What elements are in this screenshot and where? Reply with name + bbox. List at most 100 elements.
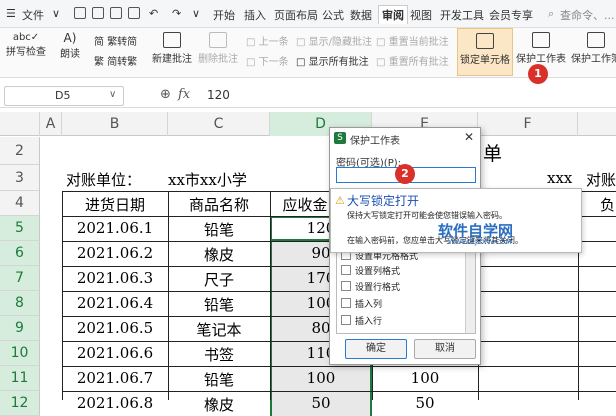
tab-review[interactable]: 审阅 [378, 5, 408, 24]
checkbox-insert-columns[interactable] [341, 298, 351, 308]
step-marker-2: 2 [395, 164, 415, 184]
show-all-comments-button[interactable]: □ 显示所有批注 [296, 53, 369, 68]
tab-home[interactable]: 开始 [213, 7, 235, 23]
option-label: 插入列 [355, 300, 383, 310]
new-comment-button[interactable]: 新建批注 [150, 30, 194, 65]
search-icon[interactable]: ⌕ [548, 7, 554, 21]
save-icon[interactable] [74, 7, 86, 19]
trad-to-simp-button[interactable]: 简 繁转简 [94, 33, 137, 48]
wps-sheet-icon: S [334, 132, 346, 144]
spell-check-button[interactable]: abc✓ 拼写检查 [4, 30, 48, 58]
col-header-f[interactable]: F [478, 112, 578, 136]
delete-comment-button[interactable]: 删除批注 [196, 30, 240, 65]
tab-data[interactable]: 数据 [350, 7, 372, 23]
right-label-1: xxx [547, 169, 573, 187]
chevron-down-icon[interactable]: ∨ [52, 7, 60, 20]
tab-developer[interactable]: 开发工具 [440, 7, 484, 23]
cell-e[interactable]: 50 [372, 394, 478, 412]
lock-cell-icon [476, 33, 494, 49]
tab-view[interactable]: 视图 [410, 7, 432, 23]
row-header-12[interactable]: 12 [0, 391, 40, 416]
sheet-grid[interactable]: 单 对账单位： xx市xx小学 xxx 对账 进货日期 商品名称 应收金 负 2… [40, 137, 616, 416]
undo-icon[interactable]: ↶ [149, 7, 158, 20]
speaker-icon: A) [63, 31, 77, 45]
chevron-down-icon[interactable]: ∨ [192, 7, 200, 20]
lock-cell-button[interactable]: 锁定单元格 [457, 28, 513, 76]
cell-name[interactable]: 橡皮 [168, 244, 270, 265]
cell-name[interactable]: 尺子 [168, 269, 270, 290]
row-header-2[interactable]: 2 [0, 137, 40, 165]
col-header-a[interactable]: A [40, 112, 62, 136]
redo-icon[interactable]: ↷ [172, 7, 181, 20]
header-last: 负 [600, 196, 616, 214]
row-header-3[interactable]: 3 [0, 165, 40, 191]
cell-date[interactable]: 2021.06.2 [62, 244, 168, 262]
tab-formulas[interactable]: 公式 [322, 7, 344, 23]
checkbox-insert-rows[interactable] [341, 315, 351, 325]
simp-to-trad-button[interactable]: 繁 简转繁 [94, 53, 137, 68]
table-border [62, 391, 616, 392]
cell-amount[interactable]: 50 [270, 394, 372, 412]
print-icon[interactable] [110, 7, 122, 19]
cell-name[interactable]: 铅笔 [168, 219, 270, 240]
preview-icon[interactable] [128, 7, 140, 19]
column-headers: A B C D E F [0, 112, 616, 136]
cell-amount[interactable]: 100 [270, 369, 372, 387]
row-header-10[interactable]: 10 [0, 341, 40, 366]
col-header-c[interactable]: C [168, 112, 270, 136]
formula-input[interactable]: 120 [207, 88, 230, 102]
cell-e[interactable]: 100 [372, 369, 478, 387]
cell-date[interactable]: 2021.06.3 [62, 269, 168, 287]
select-all-corner[interactable] [0, 112, 40, 136]
menu-bar: ☰ 文件 ∨ ↶ ↷ ∨ 开始 插入 页面布局 公式 数据 审阅 视图 开发工具… [0, 0, 616, 28]
cancel-button[interactable]: 取消 [414, 339, 476, 359]
row-header-5[interactable]: 5 [0, 216, 40, 241]
reset-current-comment-button[interactable]: □ 重置当前批注 [376, 33, 449, 48]
row-header-4[interactable]: 4 [0, 191, 40, 216]
formula-bar: D5 ∨ ⊕ fx 120 [0, 84, 616, 108]
tab-member[interactable]: 会员专享 [489, 7, 533, 23]
tab-page-layout[interactable]: 页面布局 [274, 7, 318, 23]
cell-name[interactable]: 笔记本 [168, 319, 270, 340]
chevron-down-icon[interactable]: ∨ [109, 89, 116, 100]
ok-button[interactable]: 确定 [345, 339, 407, 359]
cell-name[interactable]: 橡皮 [168, 394, 270, 415]
checkbox-format-rows[interactable] [341, 281, 351, 291]
tab-insert[interactable]: 插入 [244, 7, 266, 23]
scrollbar[interactable] [465, 239, 475, 333]
cell-date[interactable]: 2021.06.5 [62, 319, 168, 337]
show-hide-comment-button[interactable]: □ 显示/隐藏批注 [296, 33, 372, 48]
zoom-icon[interactable]: ⊕ [160, 87, 171, 102]
search-input[interactable]: 查命令、... [560, 7, 615, 23]
next-comment-button[interactable]: □ 下一条 [246, 53, 289, 68]
export-icon[interactable] [92, 7, 104, 19]
convert-icon: 简 [94, 37, 108, 48]
protect-sheet-button[interactable]: 保护工作表 [514, 30, 568, 65]
row-header-7[interactable]: 7 [0, 266, 40, 291]
row-header-6[interactable]: 6 [0, 241, 40, 266]
cell-name[interactable]: 铅笔 [168, 369, 270, 390]
row-header-11[interactable]: 11 [0, 366, 40, 391]
prev-comment-button[interactable]: □ 上一条 [246, 33, 289, 48]
dialog-title: 保护工作表 [350, 136, 400, 147]
fx-icon[interactable]: fx [178, 87, 190, 102]
cell-date[interactable]: 2021.06.1 [62, 219, 168, 237]
cell-date[interactable]: 2021.06.8 [62, 394, 168, 412]
row-header-9[interactable]: 9 [0, 316, 40, 341]
cell-date[interactable]: 2021.06.7 [62, 369, 168, 387]
hamburger-icon[interactable]: ☰ [6, 7, 16, 20]
menu-file[interactable]: 文件 [22, 7, 44, 23]
option-label: 设置行格式 [355, 283, 401, 293]
checkbox-format-columns[interactable] [341, 265, 351, 275]
cell-name[interactable]: 铅笔 [168, 294, 270, 315]
read-aloud-button[interactable]: A) 朗读 [55, 30, 85, 60]
protect-workbook-button[interactable]: 保护工作簿 [569, 30, 616, 65]
close-icon[interactable]: ✕ [464, 130, 474, 144]
cell-date[interactable]: 2021.06.6 [62, 344, 168, 362]
reset-all-comments-button[interactable]: □ 重置所有批注 [376, 53, 449, 68]
cell-date[interactable]: 2021.06.4 [62, 294, 168, 312]
row-header-8[interactable]: 8 [0, 291, 40, 316]
col-header-b[interactable]: B [62, 112, 168, 136]
cell-name[interactable]: 书签 [168, 344, 270, 365]
name-box[interactable]: D5 ∨ [4, 86, 124, 106]
